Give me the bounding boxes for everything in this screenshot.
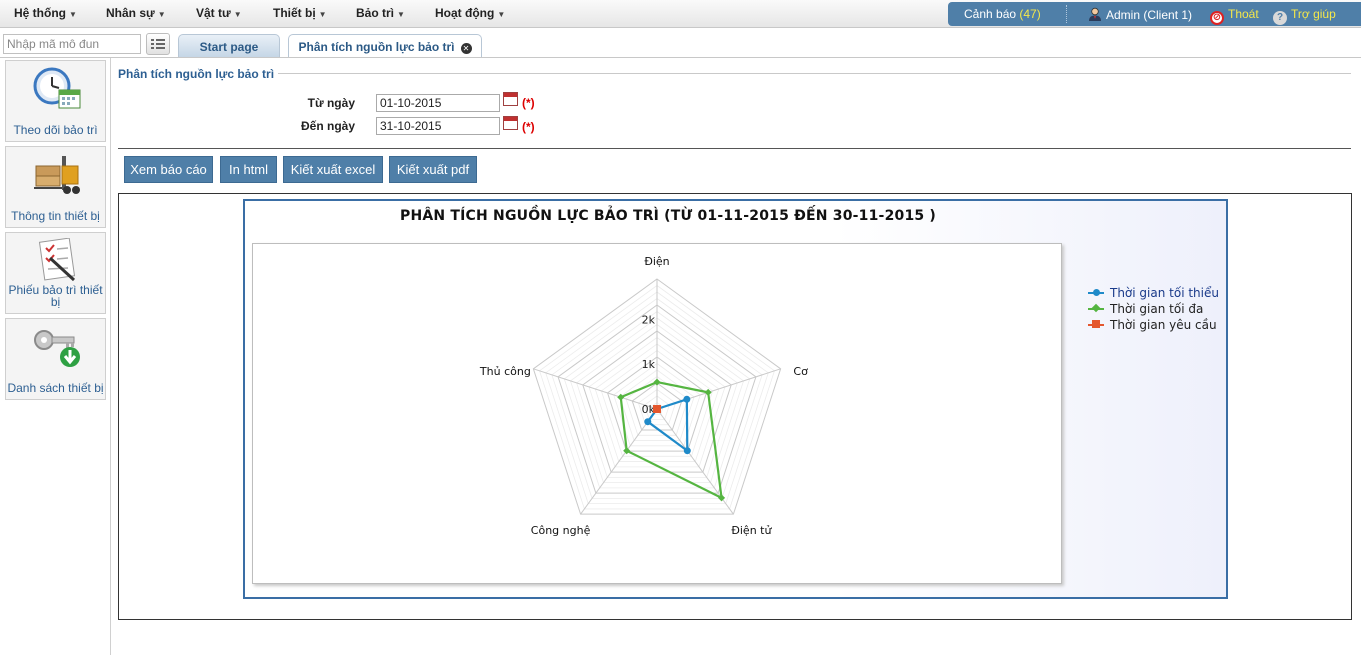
print-html-button[interactable]: In html — [220, 156, 277, 183]
section-title: Phân tích nguồn lực bảo trì — [118, 67, 275, 81]
required-mark: (*) — [522, 96, 535, 110]
caret-down-icon: ▼ — [497, 10, 506, 19]
category-label: Cơ — [793, 365, 808, 378]
category-label: Điện tử — [731, 524, 772, 537]
user-avatar-icon — [1089, 7, 1101, 21]
help-icon: ? — [1273, 11, 1287, 25]
menu-nhan-su[interactable]: Nhân sự ▼ — [106, 6, 166, 20]
menu-vat-tu[interactable]: Vật tư ▼ — [196, 6, 242, 20]
alerts-link[interactable]: Cảnh báo (47) — [964, 7, 1041, 21]
caret-down-icon: ▼ — [69, 10, 77, 19]
sidebar-item-danh-sach-thiet-bi[interactable]: Danh sách thiết bị — [5, 318, 106, 400]
data-point — [623, 447, 631, 455]
radial-tick-label: 1k — [642, 358, 656, 371]
sidebar-item-label: Danh sách thiết bị — [7, 381, 104, 395]
legend-label: Thời gian tối đa — [1110, 302, 1204, 316]
module-search-input[interactable] — [3, 34, 141, 54]
export-pdf-button[interactable]: Kiết xuất pdf — [389, 156, 477, 183]
forklift-icon — [34, 156, 80, 194]
caret-down-icon: ▼ — [233, 10, 242, 19]
caret-down-icon: ▼ — [397, 10, 405, 19]
close-tab-icon[interactable]: ✕ — [460, 43, 472, 54]
category-label: Công nghệ — [531, 524, 591, 537]
to-date-label: Đến ngày — [300, 119, 355, 133]
calendar-icon[interactable] — [503, 116, 518, 130]
tab-divider — [0, 57, 1361, 58]
data-point — [644, 418, 652, 426]
sidebar-item-theo-doi-bao-tri[interactable]: Theo dõi bảo trì — [5, 60, 106, 142]
to-date-input[interactable] — [376, 117, 500, 135]
logout-link[interactable]: ⊘ Thoát — [1210, 7, 1259, 25]
tab-phan-tich-nguon-luc[interactable]: Phân tích nguồn lực bảo trì ✕ — [288, 34, 482, 57]
data-point — [683, 395, 691, 403]
no-entry-icon: ⊘ — [1210, 11, 1224, 25]
sidebar-item-label: Phiếu bảo trì thiết bị — [8, 283, 103, 309]
sidebar-item-phieu-bao-tri[interactable]: Phiếu bảo trì thiết bị — [5, 232, 106, 314]
category-label: Điện — [644, 255, 669, 268]
top-menu-bar: Hệ thống ▼ Nhân sự ▼ Vật tư ▼ Thiết bị ▼ Bảo… — [0, 0, 1361, 28]
caret-down-icon: ▼ — [318, 10, 327, 19]
required-mark: (*) — [522, 120, 535, 134]
legend-marker-square — [1092, 320, 1100, 328]
user-menu[interactable]: Admin (Client 1) — [1088, 7, 1192, 22]
clock-calendar-icon — [33, 67, 81, 109]
data-point — [653, 405, 661, 413]
sidebar-item-label: Thông tin thiết bị — [11, 209, 100, 223]
menu-bao-tri[interactable]: Bảo trì ▼ — [356, 6, 405, 20]
export-excel-button[interactable]: Kiết xuất excel — [283, 156, 383, 183]
key-download-icon — [34, 330, 80, 367]
sidebar: Theo dõi bảo trì Thông tin thiết bị Phiế… — [0, 58, 111, 655]
tab-start-page[interactable]: Start page — [178, 34, 280, 57]
checklist-pen-icon — [38, 238, 76, 282]
legend-marker-circle — [1093, 289, 1100, 296]
chart-title: PHÂN TÍCH NGUỒN LỰC BẢO TRÌ (TỪ 01-11-20… — [400, 208, 937, 224]
calendar-icon[interactable] — [503, 92, 518, 106]
view-report-button[interactable]: Xem báo cáo — [124, 156, 213, 183]
sidebar-item-label: Theo dõi bảo trì — [13, 123, 98, 137]
header-right-panel: Cảnh báo (47) Admin (Client 1) ⊘ Thoát ? T… — [948, 2, 1361, 26]
category-label: Thủ công — [479, 365, 531, 378]
module-list-button[interactable] — [146, 33, 170, 55]
data-point — [683, 447, 691, 455]
radial-tick-label: 2k — [642, 313, 656, 326]
data-point — [718, 494, 726, 502]
divider — [1066, 5, 1067, 23]
legend-label: Thời gian yêu cầu — [1110, 318, 1217, 332]
from-date-label: Từ ngày — [307, 96, 355, 110]
menu-thiet-bi[interactable]: Thiết bị ▼ — [273, 6, 327, 20]
caret-down-icon: ▼ — [157, 10, 166, 19]
section-divider — [278, 73, 1351, 74]
menu-he-thong[interactable]: Hệ thống ▼ — [14, 6, 77, 20]
radar-chart: ĐiệnCơĐiện tửCông nghệThủ công0k1k2k — [479, 255, 808, 537]
sidebar-item-thong-tin-thiet-bi[interactable]: Thông tin thiết bị — [5, 146, 106, 228]
menu-hoat-dong[interactable]: Hoạt động ▼ — [435, 6, 505, 20]
legend-label: Thời gian tối thiểu — [1110, 286, 1219, 300]
list-icon — [151, 39, 165, 49]
from-date-input[interactable] — [376, 94, 500, 112]
plot-area: Điện Cơ Điện tử Công nghệ Thủ công 0k 1k 2k — [252, 243, 1062, 584]
help-link[interactable]: ? Trợ giúp — [1273, 7, 1336, 25]
alerts-count: (47) — [1019, 7, 1041, 21]
form-divider — [118, 148, 1351, 149]
